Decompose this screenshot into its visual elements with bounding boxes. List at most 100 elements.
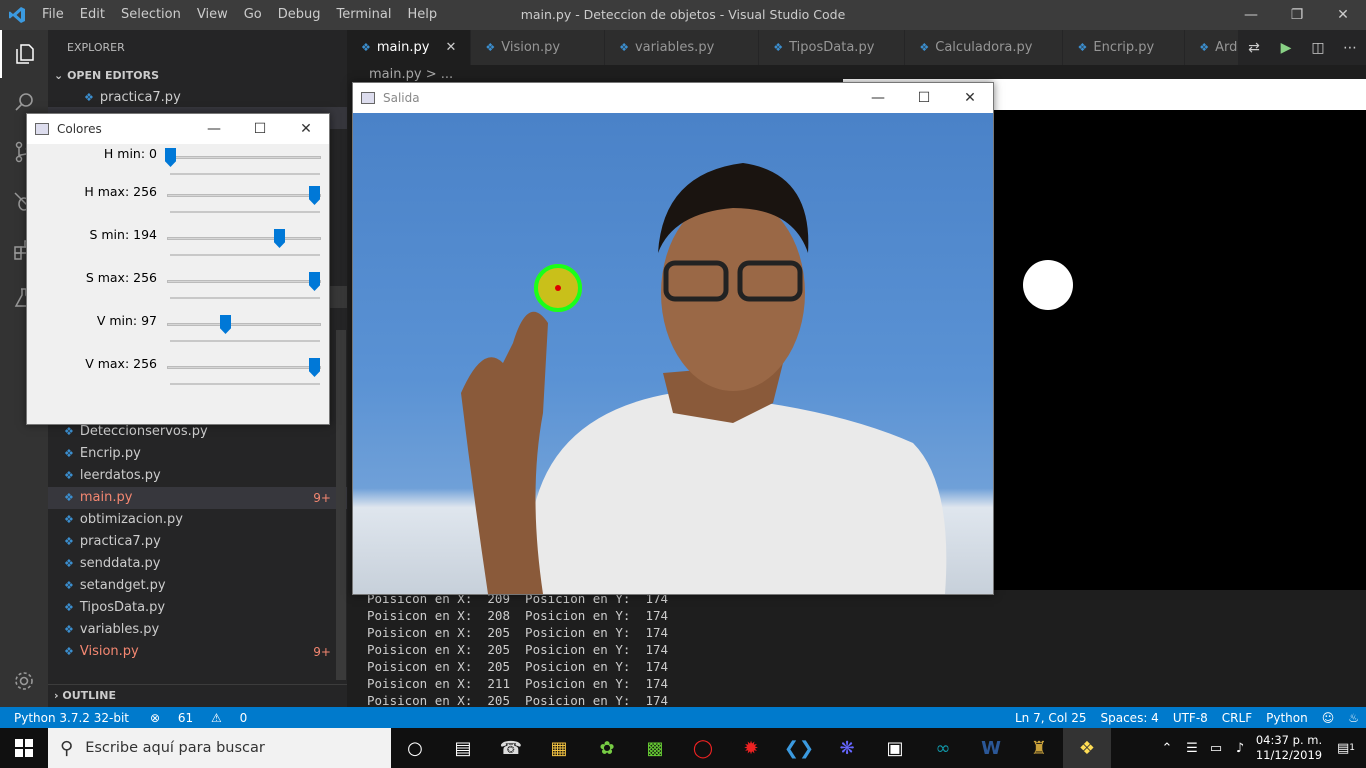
search-placeholder: Escribe aquí para buscar xyxy=(85,740,265,756)
trackbar: S min: 194 xyxy=(27,227,331,269)
title-bar: File Edit Selection View Go Debug Termin… xyxy=(0,0,1366,30)
trackbar-ticks xyxy=(170,297,320,299)
paint-app-icon[interactable]: ✿ xyxy=(583,728,631,768)
notification-icon[interactable]: ▤ 1 xyxy=(1326,728,1366,768)
cursor-position[interactable]: Ln 7, Col 25 xyxy=(1008,707,1094,729)
feedback-smiley-icon[interactable]: ☺ xyxy=(1315,707,1342,729)
menu-file[interactable]: File xyxy=(34,0,72,30)
file-item[interactable]: ❖ Encrip.py xyxy=(48,443,347,465)
file-item[interactable]: ❖ TiposData.py xyxy=(48,597,347,619)
maximize-icon[interactable]: ☐ xyxy=(237,114,283,144)
opera-icon[interactable]: ◯ xyxy=(679,728,727,768)
open-editors-section[interactable]: ⌄ OPEN EDITORS xyxy=(48,65,347,87)
game-app-icon[interactable]: ✹ xyxy=(727,728,775,768)
tab-variables[interactable]: ❖ variables.py xyxy=(605,30,760,65)
task-view-icon[interactable]: ▤ xyxy=(439,728,487,768)
cortana-icon[interactable]: ○ xyxy=(391,728,439,768)
python-interpreter[interactable]: Python 3.7.2 32-bit xyxy=(0,707,136,729)
explorer-icon[interactable] xyxy=(0,30,48,78)
minimize-icon[interactable]: — xyxy=(1228,0,1274,30)
bell-icon[interactable]: ♨ xyxy=(1341,707,1366,729)
clock[interactable]: 04:37 p. m. 11/12/2019 xyxy=(1252,733,1326,763)
minimize-icon[interactable]: — xyxy=(855,83,901,113)
menu-edit[interactable]: Edit xyxy=(72,0,113,30)
word-icon[interactable]: W xyxy=(967,728,1015,768)
close-tab-icon[interactable]: ✕ xyxy=(445,40,456,55)
line-ending[interactable]: CRLF xyxy=(1215,707,1259,729)
phone-app-icon[interactable]: ☎ xyxy=(487,728,535,768)
salida-titlebar[interactable]: Salida — ☐ ✕ xyxy=(353,83,993,113)
trackbar-thumb[interactable] xyxy=(165,148,176,167)
close-icon[interactable]: ✕ xyxy=(1320,0,1366,30)
maximize-icon[interactable]: ☐ xyxy=(901,83,947,113)
windows-start-icon[interactable] xyxy=(0,728,48,768)
menu-view[interactable]: View xyxy=(189,0,236,30)
menu-selection[interactable]: Selection xyxy=(113,0,189,30)
trackbar-track[interactable] xyxy=(167,156,321,159)
scrollbar[interactable] xyxy=(336,330,346,680)
menu-terminal[interactable]: Terminal xyxy=(329,0,400,30)
file-item[interactable]: ❖ obtimizacion.py xyxy=(48,509,347,531)
more-actions-icon[interactable]: ⋯ xyxy=(1334,40,1366,56)
file-item[interactable]: ❖ Vision.py 9+ xyxy=(48,641,347,663)
trackbar-thumb[interactable] xyxy=(220,315,231,334)
volume-icon[interactable]: ♪ xyxy=(1228,728,1252,768)
tab-encrip[interactable]: ❖ Encrip.py xyxy=(1063,30,1186,65)
python-taskbar-icon[interactable]: ❖ xyxy=(1063,728,1111,768)
league-icon[interactable]: ♜ xyxy=(1015,728,1063,768)
trackbar-track[interactable] xyxy=(167,323,321,326)
taskbar-search[interactable]: ⚲ Escribe aquí para buscar xyxy=(48,728,391,768)
open-editor-item[interactable]: ❖ practica7.py xyxy=(48,87,347,109)
compare-icon[interactable]: ⇄ xyxy=(1238,40,1270,56)
gear-icon[interactable] xyxy=(0,657,48,705)
trackbar-thumb[interactable] xyxy=(309,272,320,291)
trackbar-label: H max: 256 xyxy=(84,184,157,199)
file-item[interactable]: ❖ practica7.py xyxy=(48,531,347,553)
tab-calculadora[interactable]: ❖ Calculadora.py xyxy=(905,30,1064,65)
menu-help[interactable]: Help xyxy=(399,0,445,30)
trackbar-track[interactable] xyxy=(167,280,321,283)
encoding[interactable]: UTF-8 xyxy=(1166,707,1215,729)
tab-tiposdata[interactable]: ❖ TiposData.py xyxy=(759,30,906,65)
chevron-up-icon[interactable]: ⌃ xyxy=(1154,728,1180,768)
tab-main[interactable]: ❖ main.py ✕ xyxy=(347,30,472,65)
file-item[interactable]: ❖ senddata.py xyxy=(48,553,347,575)
trackbar-track[interactable] xyxy=(167,366,321,369)
trackbar-thumb[interactable] xyxy=(309,358,320,377)
python-file-icon: ❖ xyxy=(64,623,74,636)
trackbar-track[interactable] xyxy=(167,237,321,240)
trackbar-track[interactable] xyxy=(167,194,321,197)
close-icon[interactable]: ✕ xyxy=(283,114,329,144)
wifi-icon[interactable]: ☰ xyxy=(1180,728,1204,768)
vscode-taskbar-icon[interactable]: ❮❯ xyxy=(775,728,823,768)
split-editor-icon[interactable]: ◫ xyxy=(1302,40,1334,56)
battery-icon[interactable]: ▭ xyxy=(1204,728,1228,768)
outline-section[interactable]: › OUTLINE xyxy=(48,684,347,706)
menu-debug[interactable]: Debug xyxy=(270,0,329,30)
colores-titlebar[interactable]: Colores — ☐ ✕ xyxy=(27,114,329,144)
language-mode[interactable]: Python xyxy=(1259,707,1315,729)
menu-go[interactable]: Go xyxy=(236,0,270,30)
file-explorer-icon[interactable]: ▦ xyxy=(535,728,583,768)
tab-vision[interactable]: ❖ Vision.py xyxy=(471,30,606,65)
terminal-panel[interactable]: Poisicon en X: 209 Posicion en Y: 174 Poi… xyxy=(347,590,1366,708)
restore-icon[interactable]: ❐ xyxy=(1274,0,1320,30)
indent-setting[interactable]: Spaces: 4 xyxy=(1094,707,1166,729)
network-app-icon[interactable]: ❋ xyxy=(823,728,871,768)
warning-count: 0 xyxy=(239,711,248,725)
csharp-app-icon[interactable]: ▩ xyxy=(631,728,679,768)
file-item[interactable]: ❖ setandget.py xyxy=(48,575,347,597)
problems-indicator[interactable]: ⊗ 61 ⚠ 0 xyxy=(136,707,261,729)
trackbar-thumb[interactable] xyxy=(274,229,285,248)
minimize-icon[interactable]: — xyxy=(191,114,237,144)
run-icon[interactable]: ▶ xyxy=(1270,40,1302,56)
trackbar-thumb[interactable] xyxy=(309,186,320,205)
file-item[interactable]: ❖ variables.py xyxy=(48,619,347,641)
camera-icon[interactable]: ▣ xyxy=(871,728,919,768)
file-item[interactable]: ❖ main.py 9+ xyxy=(48,487,347,509)
arduino-icon[interactable]: ∞ xyxy=(919,728,967,768)
file-item[interactable]: ❖ leerdatos.py xyxy=(48,465,347,487)
editor-actions: ⇄ ▶ ◫ ⋯ xyxy=(1238,30,1366,65)
close-icon[interactable]: ✕ xyxy=(947,83,993,113)
error-icon: ⊗ xyxy=(150,711,161,725)
